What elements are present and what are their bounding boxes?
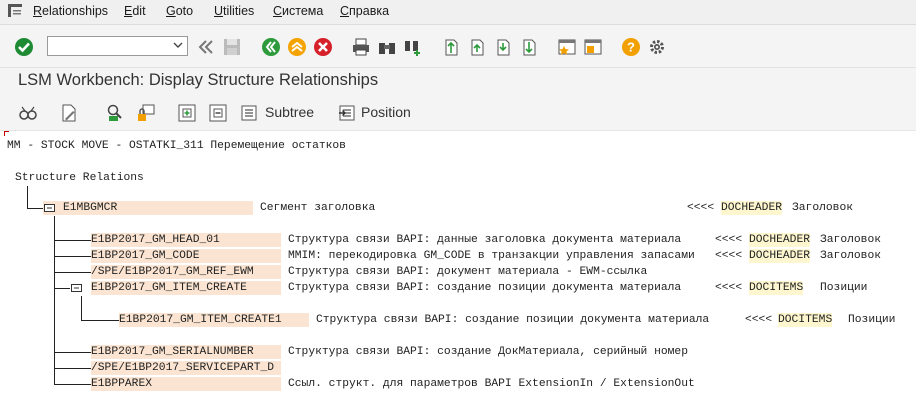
gear-icon[interactable] [647,37,667,57]
target-description: Позиции [820,282,868,294]
exit-icon[interactable] [287,37,307,57]
glasses-icon[interactable] [18,103,38,123]
segment-description: Ссыл. структ. для параметров BAPI Extens… [288,378,695,390]
tree-line [54,240,91,241]
segment-name[interactable]: /SPE/E1BP2017_SERVICEPART_D [91,361,281,375]
display-object-icon[interactable] [105,103,125,123]
tree-line [81,296,82,320]
segment-description: MMIM: перекодировка GM_CODE в транзакции… [288,250,695,262]
target-structure[interactable]: DOCHEADER [749,233,811,247]
segment-description: Структура связи BAPI: создание позиции д… [288,282,682,294]
cancel-icon[interactable] [313,37,333,57]
tree-line [81,320,119,321]
mapping-arrow: <<<< [715,250,743,262]
shortcut-icon[interactable] [583,37,603,57]
target-structure[interactable]: DOCITEMS [749,281,804,295]
subtree-icon[interactable] [239,103,259,123]
segment-name[interactable]: E1BP2017_GM_SERIALNUMBER [91,345,281,359]
edit-pencil-icon[interactable] [59,103,79,123]
create-session-icon[interactable] [557,37,577,57]
mapping-arrow: <<<< [715,234,743,246]
tree-line [27,186,28,208]
menu-help[interactable]: Справка [340,4,389,18]
tree-line [54,368,91,369]
target-description: Позиции [848,314,896,326]
target-description: Заголовок [792,202,854,214]
menu-system[interactable]: Система [273,4,323,18]
next-page-icon[interactable] [493,37,513,57]
menu-bar: Relationships Edit Goto Utilities Систем… [0,0,916,25]
application-toolbar: Subtree Position [0,96,916,131]
mapping-arrow: <<<< [715,282,743,294]
tree-line [54,288,70,289]
save-icon [224,39,240,55]
page-title: LSM Workbench: Display Structure Relatio… [18,71,379,89]
tree-line [54,384,91,385]
section-title: Structure Relations [15,172,144,184]
find-icon[interactable] [377,37,397,57]
segment-description: Структура связи BAPI: данные заголовка д… [288,234,682,246]
command-field[interactable] [47,36,188,56]
find-next-icon[interactable] [403,37,423,57]
previous-page-icon[interactable] [467,37,487,57]
target-description: Заголовок [820,234,882,246]
position-icon[interactable] [337,103,357,123]
lock-icon[interactable] [136,103,156,123]
segment-name[interactable]: E1MBGMCR [63,201,117,215]
enter-icon[interactable] [14,37,34,57]
last-page-icon[interactable] [519,37,539,57]
menu-icon[interactable] [8,4,22,17]
segment-name[interactable]: E1BP2017_GM_ITEM_CREATE1 [119,313,309,327]
menu-edit[interactable]: Edit [124,4,146,18]
position-button[interactable]: Position [361,104,411,120]
segment-name[interactable]: /SPE/E1BP2017_GM_REF_EWM [91,265,281,279]
chevron-down-icon[interactable] [172,39,184,51]
tree-line [54,272,91,273]
segment-name[interactable]: E1BP2017_GM_ITEM_CREATE [91,281,281,295]
tree-line [54,352,91,353]
mapping-arrow: <<<< [687,202,715,214]
segment-name[interactable]: E1BP2017_GM_HEAD_01 [91,233,281,247]
segment-description: Структура связи BAPI: создание ДокМатери… [288,346,688,358]
expand-subtree-icon[interactable] [177,103,197,123]
collapse-field-icon[interactable] [196,37,216,57]
segment-name[interactable]: E1BPPAREX [91,377,281,391]
menu-utilities[interactable]: Utilities [214,4,254,18]
segment-description: Структура связи BAPI: документ материала… [288,266,648,278]
folder-open-icon[interactable] [44,204,55,212]
segment-name[interactable]: E1BP2017_GM_CODE [91,249,281,263]
tree-line [54,256,91,257]
segment-description: Сегмент заголовка [260,201,680,215]
collapse-subtree-icon[interactable] [208,103,228,123]
title-bar: LSM Workbench: Display Structure Relatio… [0,68,916,96]
target-structure[interactable]: DOCITEMS [778,313,833,327]
focus-marker [4,131,9,136]
menu-goto[interactable]: Goto [166,4,193,18]
folder-open-icon[interactable] [71,284,82,292]
print-icon[interactable] [351,37,371,57]
mapping-arrow: <<<< [745,314,773,326]
target-description: Заголовок [820,250,882,262]
system-toolbar: ? [0,25,916,68]
tree-line [27,208,43,209]
target-structure[interactable]: DOCHEADER [749,249,811,263]
menu-relationships[interactable]: Relationships [33,4,108,18]
subtree-button[interactable]: Subtree [265,104,314,120]
svg-text:?: ? [627,40,635,55]
tree-line [54,216,55,385]
program-header: MM - STOCK MOVE - OSTATKI_311 Перемещени… [7,140,346,152]
segment-description: Структура связи BAPI: создание позиции д… [316,314,710,326]
target-structure[interactable]: DOCHEADER [721,201,783,215]
first-page-icon[interactable] [441,37,461,57]
help-icon[interactable]: ? [621,37,641,57]
back-icon[interactable] [261,37,281,57]
